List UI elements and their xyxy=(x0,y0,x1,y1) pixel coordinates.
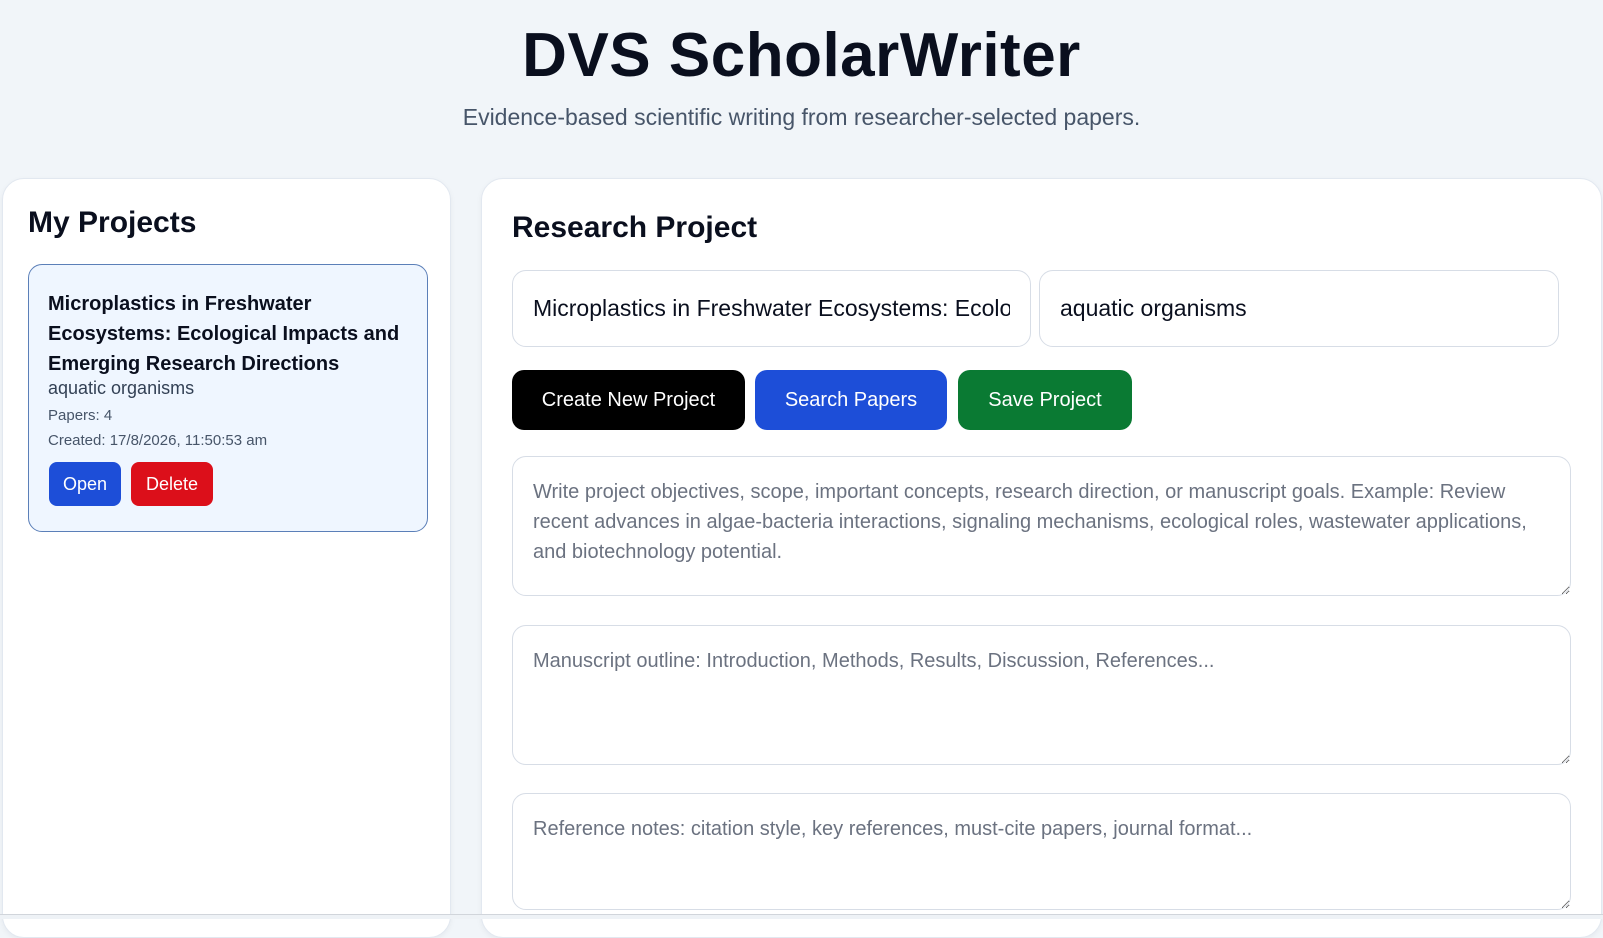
sidebar-title: My Projects xyxy=(28,206,197,239)
app-title: DVS ScholarWriter xyxy=(522,21,1081,90)
window-bottom-edge xyxy=(0,914,1603,919)
project-card-papers: Papers: 4 xyxy=(48,407,112,424)
project-card-keyword: aquatic organisms xyxy=(48,378,195,398)
papers-count: 4 xyxy=(103,407,113,424)
search-papers-button[interactable]: Search Papers xyxy=(755,370,947,430)
created-value: 17/8/2026, 11:50:53 am xyxy=(109,432,268,449)
objectives-textarea[interactable] xyxy=(512,456,1571,596)
delete-project-button[interactable]: Delete xyxy=(131,462,213,506)
open-project-button[interactable]: Open xyxy=(49,462,121,506)
project-card-title: Microplastics in Freshwater Ecosystems: … xyxy=(48,293,400,375)
keyword-input[interactable] xyxy=(1039,270,1559,347)
project-card[interactable]: Microplastics in Freshwater Ecosystems: … xyxy=(28,264,428,532)
outline-textarea[interactable] xyxy=(512,625,1571,765)
app-subtitle: Evidence-based scientific writing from r… xyxy=(462,104,1141,130)
project-card-created: Created: 17/8/2026, 11:50:53 am xyxy=(48,432,267,449)
project-title-input[interactable] xyxy=(512,270,1031,347)
create-new-project-button[interactable]: Create New Project xyxy=(512,370,745,430)
references-textarea[interactable] xyxy=(512,793,1571,910)
papers-label: Papers: xyxy=(48,407,100,424)
projects-sidebar: My Projects Microplastics in Freshwater … xyxy=(2,178,451,938)
save-project-button[interactable]: Save Project xyxy=(958,370,1132,430)
created-label: Created: xyxy=(48,432,106,449)
research-project-title: Research Project xyxy=(512,211,758,244)
research-project-panel: Research Project Create New Project Sear… xyxy=(481,178,1602,938)
